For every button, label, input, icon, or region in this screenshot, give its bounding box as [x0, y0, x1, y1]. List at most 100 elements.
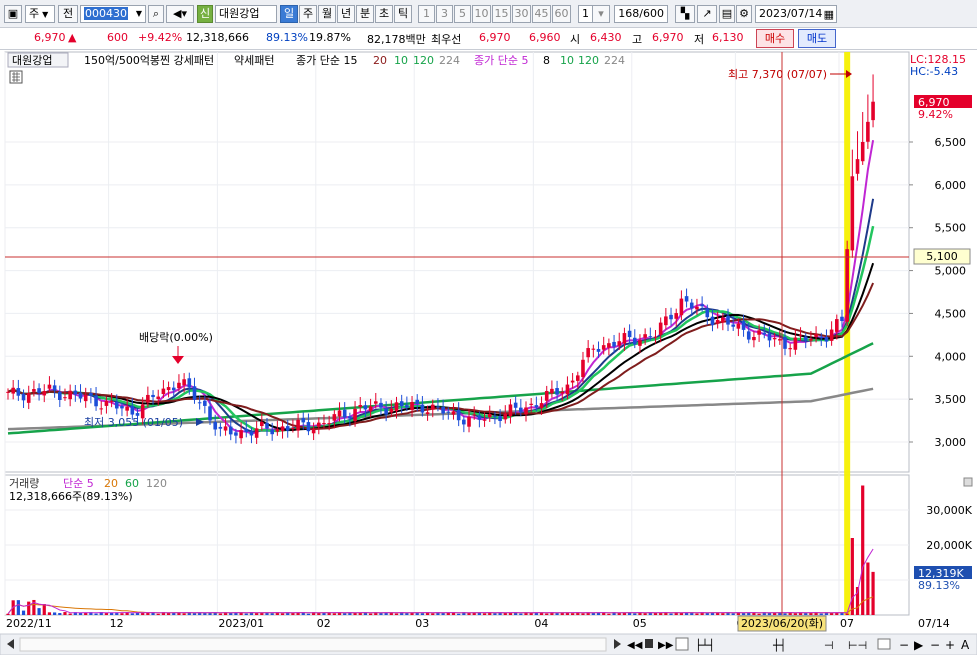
zoom-plus-button[interactable]: + — [945, 638, 955, 652]
volume-bar — [721, 613, 725, 615]
buy-button[interactable]: 매수 — [756, 29, 794, 48]
candle-body — [120, 406, 124, 409]
shin-badge[interactable]: 신 — [197, 5, 213, 23]
volume-bar — [42, 604, 46, 615]
zoom-in-button[interactable]: − — [930, 638, 940, 652]
stop-icon[interactable] — [645, 639, 653, 648]
candle-body — [855, 159, 860, 174]
candle-body — [840, 316, 844, 321]
candle-body — [280, 426, 285, 432]
volume-bar — [58, 613, 62, 615]
price-chart[interactable]: 3,000 3,500 4,000 4,500 5,000 5,500 6,000 6,500… — [0, 51, 977, 656]
volume-panel-close-icon[interactable] — [963, 477, 973, 487]
type-select[interactable]: 주 ▼ — [25, 5, 55, 23]
period-button-5[interactable]: 초 — [375, 5, 393, 23]
candle-body — [151, 394, 155, 398]
zoom-icon[interactable]: ↗ — [697, 5, 717, 23]
date-tick-label: 2022/11 — [6, 617, 52, 630]
candle-body — [534, 405, 539, 408]
scroll-right-icon[interactable]: ▶ — [914, 638, 924, 652]
candle-body — [788, 348, 792, 350]
drawing-tool-icon[interactable] — [675, 637, 689, 651]
minute-button-5[interactable]: 5 — [454, 5, 471, 23]
period-button-4[interactable]: 분 — [356, 5, 374, 23]
candle-body — [125, 406, 129, 411]
candle-body — [234, 432, 238, 436]
window-icon[interactable]: ▣ — [4, 5, 22, 23]
chevron-down-icon[interactable]: ▾ — [592, 5, 610, 23]
candle-body — [581, 359, 585, 378]
sell-button[interactable]: 매도 — [798, 29, 836, 48]
volume-bar — [68, 613, 72, 615]
ruler-icon[interactable]: ├┴┤ — [695, 638, 715, 652]
candle-body — [389, 408, 394, 413]
volume-bar — [431, 613, 435, 615]
save-icon[interactable]: ▤ — [719, 5, 735, 23]
date-tick-label: 05 — [633, 617, 647, 630]
volume-bar — [545, 613, 549, 615]
candle-body — [612, 341, 616, 347]
volume-bar — [182, 613, 186, 615]
candle-body — [710, 316, 715, 326]
minute-button-1[interactable]: 1 — [418, 5, 435, 23]
priority-label: 최우선 — [431, 33, 462, 46]
tool-icon[interactable]: ▚ — [675, 5, 695, 23]
minute-button-30[interactable]: 30 — [512, 5, 531, 23]
stock-code-input[interactable]: 000430 ▼ — [80, 5, 146, 23]
step-back-icon[interactable]: ◀◀ — [627, 640, 643, 651]
volume-bar — [643, 613, 647, 615]
candle-body — [327, 423, 331, 425]
price-tick-label: 3,000 — [935, 436, 967, 449]
period-button-6[interactable]: 틱 — [394, 5, 412, 23]
candle-body — [26, 393, 31, 403]
minute-button-45[interactable]: 45 — [532, 5, 551, 23]
volume-bar — [809, 613, 813, 615]
candle-body — [508, 404, 513, 417]
candle-body — [420, 404, 425, 413]
stock-name-field: 대원강업 — [215, 5, 277, 23]
speaker-icon[interactable]: ◀▾ — [166, 5, 194, 23]
auto-scale-button[interactable]: A — [961, 638, 970, 652]
candle-body — [228, 426, 233, 435]
candle-body — [550, 388, 554, 394]
candle-body — [358, 405, 363, 407]
minute-button-10[interactable]: 10 — [472, 5, 491, 23]
period-button-0[interactable]: 일 — [280, 5, 298, 23]
date-tick-label: 2023/01 — [218, 617, 264, 630]
last-date-label: 07/14 — [918, 617, 950, 630]
date-value: 2023/07/14 — [759, 7, 823, 20]
volume-bar — [482, 613, 487, 615]
ma2-legend-120: 120 — [578, 54, 599, 67]
search-icon[interactable]: ⌕ — [148, 5, 164, 23]
period-button-2[interactable]: 월 — [318, 5, 336, 23]
jeon-button[interactable]: 전 — [58, 5, 78, 23]
marker-icon[interactable]: ┼┤ — [772, 638, 786, 652]
minute-button-60[interactable]: 60 — [552, 5, 571, 23]
date-tick-label: 07 — [840, 617, 854, 630]
window-toggle-icon[interactable] — [877, 638, 891, 650]
count-field[interactable]: 168/600 — [614, 5, 668, 23]
gear-icon[interactable]: ⚙ — [736, 5, 752, 23]
pin-icon[interactable]: ⊣ — [824, 639, 834, 652]
candle-body — [260, 421, 264, 427]
candle-body — [63, 397, 67, 399]
candle-body — [441, 406, 445, 414]
minute-button-15[interactable]: 15 — [492, 5, 511, 23]
quote-turnover: 19.87% — [309, 31, 351, 44]
volume-bar — [63, 612, 67, 615]
candle-body — [166, 387, 171, 391]
scroll-track[interactable] — [19, 637, 607, 652]
candle-body — [109, 401, 114, 403]
step-forward-icon[interactable]: ▶▶ — [658, 640, 674, 651]
period-button-3[interactable]: 년 — [337, 5, 355, 23]
candle-body — [218, 426, 223, 429]
zoom-out-icon[interactable]: − — [899, 638, 909, 652]
candle-body — [68, 390, 72, 400]
period-button-1[interactable]: 주 — [299, 5, 317, 23]
date-field[interactable]: 2023/07/14 ▦ — [755, 5, 837, 23]
candle-body — [270, 429, 274, 435]
candle-body — [793, 337, 798, 350]
minute-button-3[interactable]: 3 — [436, 5, 453, 23]
compare-icon[interactable]: ⊢⊣ — [848, 639, 867, 652]
calendar-icon: ▦ — [823, 8, 834, 21]
